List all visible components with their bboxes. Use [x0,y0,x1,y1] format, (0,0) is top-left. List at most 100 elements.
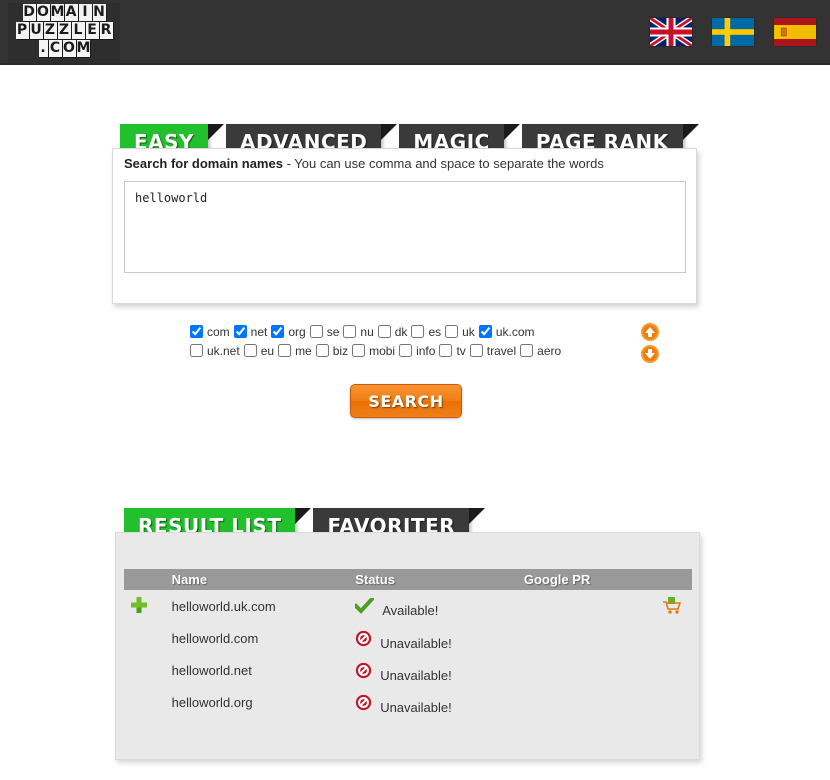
tld-option-aero[interactable]: aero [520,344,561,358]
tld-checkbox-es[interactable] [411,325,425,338]
logo-tile-z: Z [57,22,71,39]
site-logo[interactable]: DOMAIN PUZZLER .COM [8,3,120,63]
cell-google-pr [518,654,656,686]
table-row[interactable]: helloworld.com Unavailable! [124,622,692,654]
tld-option-uk-net[interactable]: uk.net [190,344,240,358]
search-button[interactable]: SEARCH [350,384,462,418]
tld-label: com [207,324,230,339]
logo-line-1: DOMAIN [8,4,120,21]
tld-option-mobi[interactable]: mobi [352,344,395,358]
logo-tile-dot: . [38,40,48,57]
col-header-pr: Google PR [517,569,657,590]
tld-row-1: com net org se nu dk es uk uk.com [190,322,630,341]
logo-tile-n: N [92,4,106,21]
tld-option-me[interactable]: me [278,344,312,358]
tld-label: uk [462,324,475,339]
tld-option-info[interactable]: info [399,344,435,358]
flag-spain-icon[interactable] [774,18,816,46]
logo-tile-u: U [29,22,43,39]
cell-domain-name[interactable]: helloworld.com [166,622,350,654]
flag-uk-icon[interactable] [650,18,692,46]
tld-checkbox-nu[interactable] [343,325,357,338]
tld-checkbox-com[interactable] [190,325,203,338]
tld-option-nu[interactable]: nu [343,325,374,339]
blocked-icon [356,630,372,646]
logo-line-2: PUZZLER [8,22,120,39]
tld-checkbox-aero[interactable] [520,344,534,357]
tld-checkbox-travel[interactable] [469,344,483,357]
cell-status: Available! [349,590,518,622]
tld-label: me [295,343,312,358]
cell-add-favorite [124,622,166,654]
cell-buy [656,654,692,686]
tld-checkbox-uk-com[interactable] [478,325,492,338]
tld-label: dk [394,324,408,339]
cart-icon[interactable] [662,595,682,615]
logo-tile-i: I [78,4,92,21]
results-table-wrapper: Name Status Google PR helloworld.uk.com A… [124,569,692,718]
tld-option-org[interactable]: org [271,324,306,339]
tld-checkbox-uk[interactable] [445,325,459,338]
logo-line-3: .COM [8,40,120,57]
tld-option-travel[interactable]: travel [469,343,517,358]
search-label-hint: - You can use comma and space to separat… [282,156,604,171]
search-instructions: Search for domain names - You can use co… [124,156,604,171]
table-row[interactable]: helloworld.net Unavailable! [124,654,692,686]
tld-checkbox-biz[interactable] [315,344,329,357]
results-header-row: Name Status Google PR [124,569,692,590]
tld-checkbox-eu[interactable] [243,344,257,357]
tld-row-2: uk.net eu me biz mobi info tv travel aero [190,341,630,360]
results-table: Name Status Google PR helloworld.uk.com A… [124,569,692,718]
search-input[interactable] [124,181,686,273]
tld-label: uk.com [495,324,535,339]
arrow-down-icon[interactable] [640,344,660,364]
logo-tile-l: L [71,22,85,39]
col-header-cart [656,569,692,590]
tld-option-se[interactable]: se [309,325,339,339]
cell-domain-name[interactable]: helloworld.net [166,654,350,686]
blocked-icon [356,662,372,678]
col-header-status: Status [349,569,518,590]
tld-checkbox-net[interactable] [233,325,247,338]
arrow-up-icon[interactable] [640,322,660,342]
logo-tile-c: C [48,40,62,57]
table-row[interactable]: helloworld.uk.com Available! [124,590,692,622]
tld-checkbox-info[interactable] [399,344,413,357]
tld-checkbox-mobi[interactable] [352,344,366,357]
tld-option-uk[interactable]: uk [445,325,475,339]
tld-label: mobi [369,343,396,358]
tld-option-com[interactable]: com [190,325,230,339]
tld-label: uk.net [207,343,240,358]
tld-checkbox-uk-net[interactable] [190,344,203,357]
cell-add-favorite [124,686,166,718]
tld-option-es[interactable]: es [411,325,441,339]
tld-option-tv[interactable]: tv [439,344,466,358]
plus-icon[interactable] [130,596,148,614]
cell-domain-name[interactable]: helloworld.uk.com [166,590,350,622]
tld-option-dk[interactable]: dk [377,324,408,339]
result-panel: Name Status Google PR helloworld.uk.com A… [115,532,700,760]
tld-checkbox-dk[interactable] [377,325,391,338]
flag-sweden-icon[interactable] [712,18,754,46]
search-panel: Search for domain names - You can use co… [112,148,697,304]
col-header-name: Name [165,569,350,590]
tld-option-uk-com[interactable]: uk.com [478,324,535,339]
status-badge: Unavailable! [380,667,452,683]
tld-checkbox-me[interactable] [278,344,292,357]
cell-domain-name[interactable]: helloworld.org [166,686,350,718]
tld-checkbox-org[interactable] [271,325,285,338]
tld-option-biz[interactable]: biz [315,344,348,358]
tld-option-net[interactable]: net [233,325,267,339]
status-badge: Unavailable! [380,635,452,651]
cell-buy [656,622,692,654]
tld-checkbox-se[interactable] [309,325,323,338]
tld-label: travel [486,343,517,358]
tld-label: org [288,324,306,339]
results-table-body: helloworld.uk.com Available! helloworld.co… [124,590,692,718]
cell-add-favorite[interactable] [124,590,166,622]
cell-buy[interactable] [656,590,692,622]
tld-checkbox-tv[interactable] [439,344,453,357]
status-badge: Available! [382,603,439,618]
tld-option-eu[interactable]: eu [243,344,274,358]
table-row[interactable]: helloworld.org Unavailable! [124,686,692,718]
